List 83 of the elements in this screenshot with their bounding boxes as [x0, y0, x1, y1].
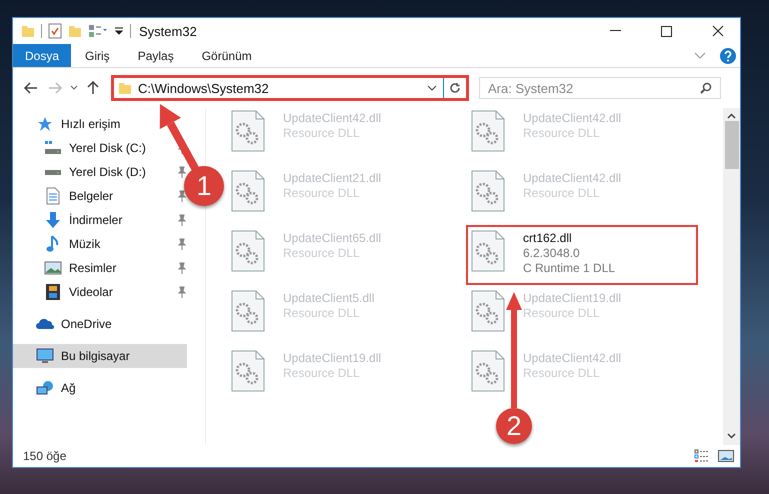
picture-icon — [44, 260, 62, 276]
back-arrow-icon — [24, 82, 38, 94]
ribbon-tab[interactable]: Giriş — [71, 44, 124, 67]
gear-document-icon — [231, 230, 265, 272]
pin-icon[interactable] — [177, 238, 187, 250]
gear-document-icon — [231, 110, 265, 152]
folder-icon — [118, 81, 132, 95]
gear-document-icon — [471, 230, 505, 272]
chevron-down-icon[interactable] — [427, 85, 437, 91]
document-icon — [45, 187, 61, 205]
dropdown-caret-icon[interactable] — [114, 26, 124, 36]
window-title: System32 — [139, 24, 198, 38]
nav-item[interactable]: Resimler — [13, 256, 120, 280]
gear-document-icon — [471, 350, 505, 392]
star-icon — [37, 116, 53, 132]
scroll-up-icon[interactable] — [727, 113, 736, 119]
pin-icon[interactable] — [177, 286, 187, 298]
nav-item[interactable]: Hızlı erişim — [13, 112, 124, 136]
properties-icon[interactable] — [48, 23, 62, 39]
ribbon-tab[interactable]: Dosya — [13, 44, 72, 67]
nav-item[interactable]: Ağ — [13, 376, 80, 400]
file-name: UpdateClient42.dll — [283, 111, 382, 126]
file-name: UpdateClient42.dll — [523, 171, 622, 186]
nav-item[interactable]: Belgeler — [13, 184, 118, 208]
pin-icon[interactable] — [177, 190, 187, 202]
search-icon — [700, 82, 712, 94]
address-path: C:\Windows\System32 — [138, 80, 270, 96]
pin-icon[interactable] — [177, 166, 187, 178]
download-arrow-icon — [45, 211, 61, 229]
refresh-icon[interactable] — [449, 82, 461, 94]
large-icons-view-icon[interactable] — [718, 449, 734, 463]
file-name: UpdateClient42.dll — [523, 351, 622, 366]
file-detail: C Runtime 1 DLL — [523, 261, 616, 276]
view-options-icon[interactable] — [88, 24, 108, 38]
music-note-icon — [46, 235, 60, 253]
drive-icon — [45, 170, 61, 174]
up-arrow-icon — [87, 81, 99, 95]
address-bar[interactable]: C:\Windows\System32 — [111, 75, 469, 101]
scrollbar-thumb[interactable] — [724, 121, 738, 169]
file-name: UpdateClient5.dll — [283, 291, 374, 306]
nav-item[interactable]: Yerel Disk (C:) — [13, 136, 150, 160]
file-detail: 6.2.3048.0 — [523, 246, 581, 261]
drive-icon — [44, 140, 62, 156]
file-name: UpdateClient19.dll — [283, 351, 382, 366]
film-icon — [45, 283, 61, 301]
nav-item[interactable]: OneDrive — [13, 312, 116, 336]
item-count: 150 öğe — [23, 449, 66, 463]
nav-item[interactable]: Videolar — [13, 280, 117, 304]
scrollbar[interactable] — [723, 108, 740, 445]
nav-item[interactable]: İndirmeler — [13, 208, 126, 232]
help-icon[interactable] — [720, 48, 736, 64]
maximize-icon — [661, 26, 672, 36]
gear-document-icon — [231, 170, 265, 212]
close-icon — [712, 25, 724, 37]
gear-document-icon — [471, 110, 505, 152]
gear-document-icon — [471, 290, 505, 332]
pin-icon[interactable] — [177, 262, 187, 274]
nav-item[interactable]: Bu bilgisayar — [13, 344, 187, 368]
forward-arrow-icon — [48, 82, 62, 94]
scroll-down-icon[interactable] — [727, 433, 736, 439]
file-name: UpdateClient65.dll — [283, 231, 382, 246]
chevron-down-icon — [70, 85, 78, 91]
expand-ribbon-icon[interactable] — [694, 52, 706, 60]
computer-icon — [36, 348, 54, 364]
file-name: UpdateClient42.dll — [523, 111, 622, 126]
pin-icon[interactable] — [177, 214, 187, 226]
ribbon-tab[interactable]: Görünüm — [188, 44, 266, 67]
network-icon — [36, 380, 54, 396]
gear-document-icon — [231, 350, 265, 392]
file-name: crt162.dll — [523, 231, 573, 246]
highlighted-file-item[interactable]: crt162.dll 6.2.3048.0 C Runtime 1 DLL — [466, 225, 698, 285]
ribbon-tab[interactable]: Paylaş — [124, 44, 188, 67]
search-field[interactable]: Ara: System32 — [479, 77, 721, 99]
nav-item[interactable]: Yerel Disk (D:) — [13, 160, 150, 184]
minimize-icon — [610, 30, 621, 32]
file-name: UpdateClient19.dll — [523, 291, 622, 306]
details-view-icon[interactable] — [694, 449, 710, 463]
callout-arrow — [160, 104, 200, 172]
gear-document-icon — [231, 290, 265, 332]
gear-document-icon — [471, 170, 505, 212]
file-name: UpdateClient21.dll — [283, 171, 382, 186]
nav-item[interactable]: Müzik — [13, 232, 104, 256]
cloud-icon — [36, 317, 54, 331]
